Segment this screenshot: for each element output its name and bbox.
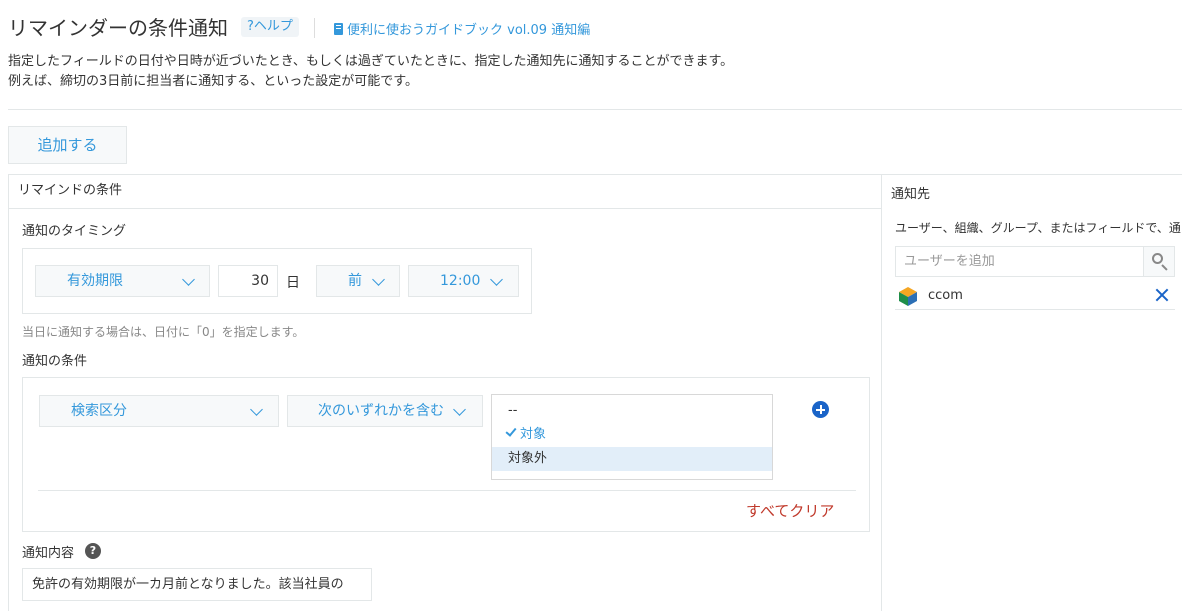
description-line-1: 指定したフィールドの日付や日時が近づいたとき、もしくは過ぎていたときに、指定した…	[8, 54, 734, 69]
time-select[interactable]: 12:00	[408, 265, 519, 297]
search-button[interactable]	[1143, 246, 1175, 277]
filter-value-multiselect[interactable]: -- 対象 対象外	[491, 394, 773, 480]
option-empty[interactable]: --	[492, 399, 772, 423]
notify-entry-name: ccom	[928, 288, 963, 303]
check-icon	[505, 425, 517, 437]
search-icon	[1152, 253, 1163, 264]
content-label: 通知内容	[22, 546, 75, 561]
conditions-header: リマインドの条件	[8, 174, 882, 209]
days-input[interactable]: 30	[218, 265, 278, 297]
user-search-input[interactable]: ユーザーを追加	[895, 246, 1144, 277]
option-target[interactable]: 対象	[492, 423, 772, 447]
close-icon[interactable]	[1155, 288, 1169, 302]
direction-value: 前	[348, 273, 362, 289]
option-non-target[interactable]: 対象外	[492, 447, 772, 471]
filter-field-value: 検索区分	[71, 403, 127, 419]
guidebook-link-label: 便利に使おうガイドブック vol.09 通知編	[347, 23, 591, 38]
clear-all-button[interactable]: すべてクリア	[746, 500, 834, 521]
time-value: 12:00	[440, 273, 481, 289]
add-condition-icon[interactable]	[812, 401, 829, 418]
chevron-down-icon	[453, 403, 466, 416]
chevron-down-icon	[372, 273, 385, 286]
timing-label: 通知のタイミング	[22, 224, 127, 239]
content-input[interactable]: 免許の有効期限が一カ月前となりました。該当社員の	[22, 568, 372, 601]
timing-field-value: 有効期限	[67, 273, 123, 289]
organization-icon	[899, 287, 917, 306]
filter-divider	[38, 490, 856, 491]
guidebook-link[interactable]: 便利に使おうガイドブック vol.09 通知編	[334, 19, 590, 38]
add-button[interactable]: 追加する	[8, 126, 127, 164]
question-icon[interactable]: ?	[85, 543, 101, 559]
header-divider	[314, 18, 315, 38]
notify-panel	[881, 174, 1182, 611]
filter-operator-select[interactable]: 次のいずれかを含む	[287, 395, 483, 427]
filter-field-select[interactable]: 検索区分	[39, 395, 279, 427]
notify-description: ユーザー、組織、グループ、またはフィールドで、通	[895, 221, 1181, 235]
book-icon	[334, 23, 343, 35]
filter-operator-value: 次のいずれかを含む	[318, 403, 444, 419]
page-description: 指定したフィールドの日付や日時が近づいたとき、もしくは過ぎていたときに、指定した…	[8, 52, 733, 92]
chevron-down-icon	[182, 273, 195, 286]
timing-field-select[interactable]: 有効期限	[35, 265, 210, 297]
chevron-down-icon	[250, 403, 263, 416]
description-line-2: 例えば、締切の3日前に担当者に通知する、といった設定が可能です。	[8, 74, 418, 89]
timing-hint: 当日に通知する場合は、日付に「0」を指定します。	[22, 325, 305, 339]
chevron-down-icon	[490, 273, 503, 286]
filter-label: 通知の条件	[22, 354, 88, 369]
header-separator	[8, 109, 1182, 110]
days-unit-label: 日	[286, 275, 300, 291]
page-title: リマインダーの条件通知	[8, 16, 228, 40]
direction-select[interactable]: 前	[316, 265, 400, 297]
help-link[interactable]: ?ヘルプ	[241, 17, 299, 37]
notify-header: 通知先	[891, 187, 931, 202]
